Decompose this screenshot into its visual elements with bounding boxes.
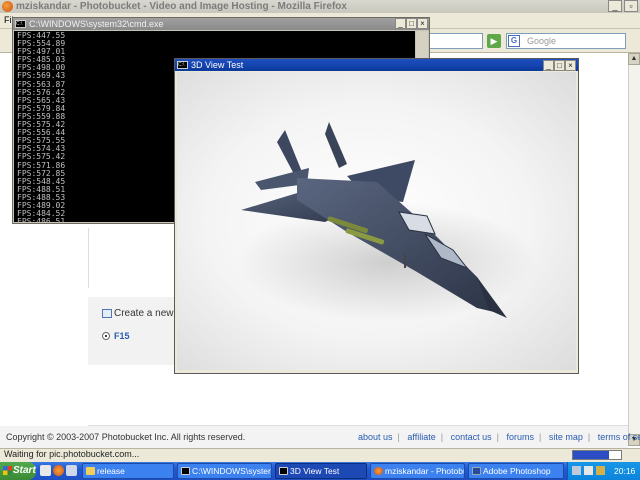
google-search-icon[interactable]: G — [508, 35, 520, 47]
photoshop-icon — [472, 467, 481, 475]
view3d-title-bar[interactable]: 3D View Test — [175, 59, 578, 71]
content-divider — [88, 228, 89, 288]
firefox-icon — [2, 1, 13, 12]
view3d-minimize-button[interactable]: _ — [543, 60, 554, 71]
firefox-title-bar[interactable]: mziskandar - Photobucket - Video and Ima… — [0, 0, 640, 13]
start-label: Start — [13, 465, 36, 476]
minimize-button[interactable]: _ — [608, 0, 622, 12]
firefox-quicklaunch-icon[interactable] — [53, 465, 64, 476]
address-bar[interactable] — [428, 33, 483, 49]
app-icon — [279, 467, 288, 475]
maximize-button[interactable]: ▫ — [624, 0, 638, 12]
cmd-title-bar[interactable]: C:\WINDOWS\system32\cmd.exe — [13, 18, 429, 30]
cmd-minimize-button[interactable]: _ — [395, 18, 406, 29]
go-button[interactable]: ▶ — [487, 34, 501, 48]
cmd-icon — [181, 467, 190, 475]
view3d-close-button[interactable]: × — [565, 60, 576, 71]
windows-logo-icon — [3, 466, 12, 475]
f15-jet-render — [237, 122, 537, 322]
view3d-window-title: 3D View Test — [191, 60, 244, 70]
loading-progress-fill — [573, 451, 609, 459]
task-firefox[interactable]: mziskandar - Photobuc... — [370, 463, 465, 479]
new-album-icon — [102, 309, 112, 318]
clock: 20:16 — [614, 466, 636, 476]
create-new-album-link[interactable]: Create a new s — [114, 308, 181, 319]
firefox-icon — [374, 467, 383, 475]
footer-link-site-map[interactable]: site map — [549, 432, 583, 442]
view3d-maximize-button[interactable]: □ — [554, 60, 565, 71]
jet-tail-fin-left — [277, 130, 302, 176]
firefox-window-title: mziskandar - Photobucket - Video and Ima… — [16, 1, 347, 12]
cmd-output-line: FPS:554.89 — [17, 39, 66, 49]
search-input[interactable]: Google — [506, 33, 626, 49]
folder-icon — [86, 467, 95, 475]
cmd-icon: C:\ — [15, 20, 26, 28]
copyright-text: Copyright © 2003-2007 Photobucket Inc. A… — [6, 432, 246, 442]
cmd-output-line: FPS:497.01 — [17, 47, 66, 57]
album-label-f15[interactable]: F15 — [114, 331, 130, 341]
task-cmd[interactable]: C:\WINDOWS\system3... — [177, 463, 272, 479]
cmd-maximize-button[interactable]: □ — [406, 18, 417, 29]
album-radio-f15[interactable] — [102, 332, 110, 340]
footer-links: about us | affiliate | contact us | forums |… — [358, 432, 640, 442]
cmd-window-title: C:\WINDOWS\system32\cmd.exe — [29, 19, 164, 29]
page-scrollbar[interactable] — [628, 53, 640, 445]
view3d-app-icon: C:\ — [177, 61, 188, 69]
task-photoshop[interactable]: Adobe Photoshop — [468, 463, 564, 479]
explorer-quicklaunch-icon[interactable] — [66, 465, 77, 476]
footer-link-about-us[interactable]: about us — [358, 432, 393, 442]
task-release[interactable]: release — [82, 463, 174, 479]
status-text: Waiting for pic.photobucket.com... — [4, 449, 140, 459]
3d-viewport[interactable] — [177, 72, 576, 370]
footer-link-forums[interactable]: forums — [507, 432, 535, 442]
tray-icon-2[interactable] — [584, 466, 593, 475]
task-3d-view-test[interactable]: 3D View Test — [275, 463, 367, 479]
footer-link-terms[interactable]: terms of service — [598, 432, 640, 442]
tray-icon-1[interactable] — [572, 466, 581, 475]
cmd-close-button[interactable]: × — [417, 18, 428, 29]
jet-tail-fin-right — [325, 122, 347, 168]
footer-link-affiliate[interactable]: affiliate — [407, 432, 435, 442]
cmd-output-line: FPS:447.55 — [17, 31, 66, 40]
footer-link-contact-us[interactable]: contact us — [451, 432, 492, 442]
tray-icon-3[interactable] — [596, 466, 605, 475]
scroll-up-arrow-icon[interactable]: ▲ — [628, 53, 640, 65]
show-desktop-icon[interactable] — [40, 465, 51, 476]
